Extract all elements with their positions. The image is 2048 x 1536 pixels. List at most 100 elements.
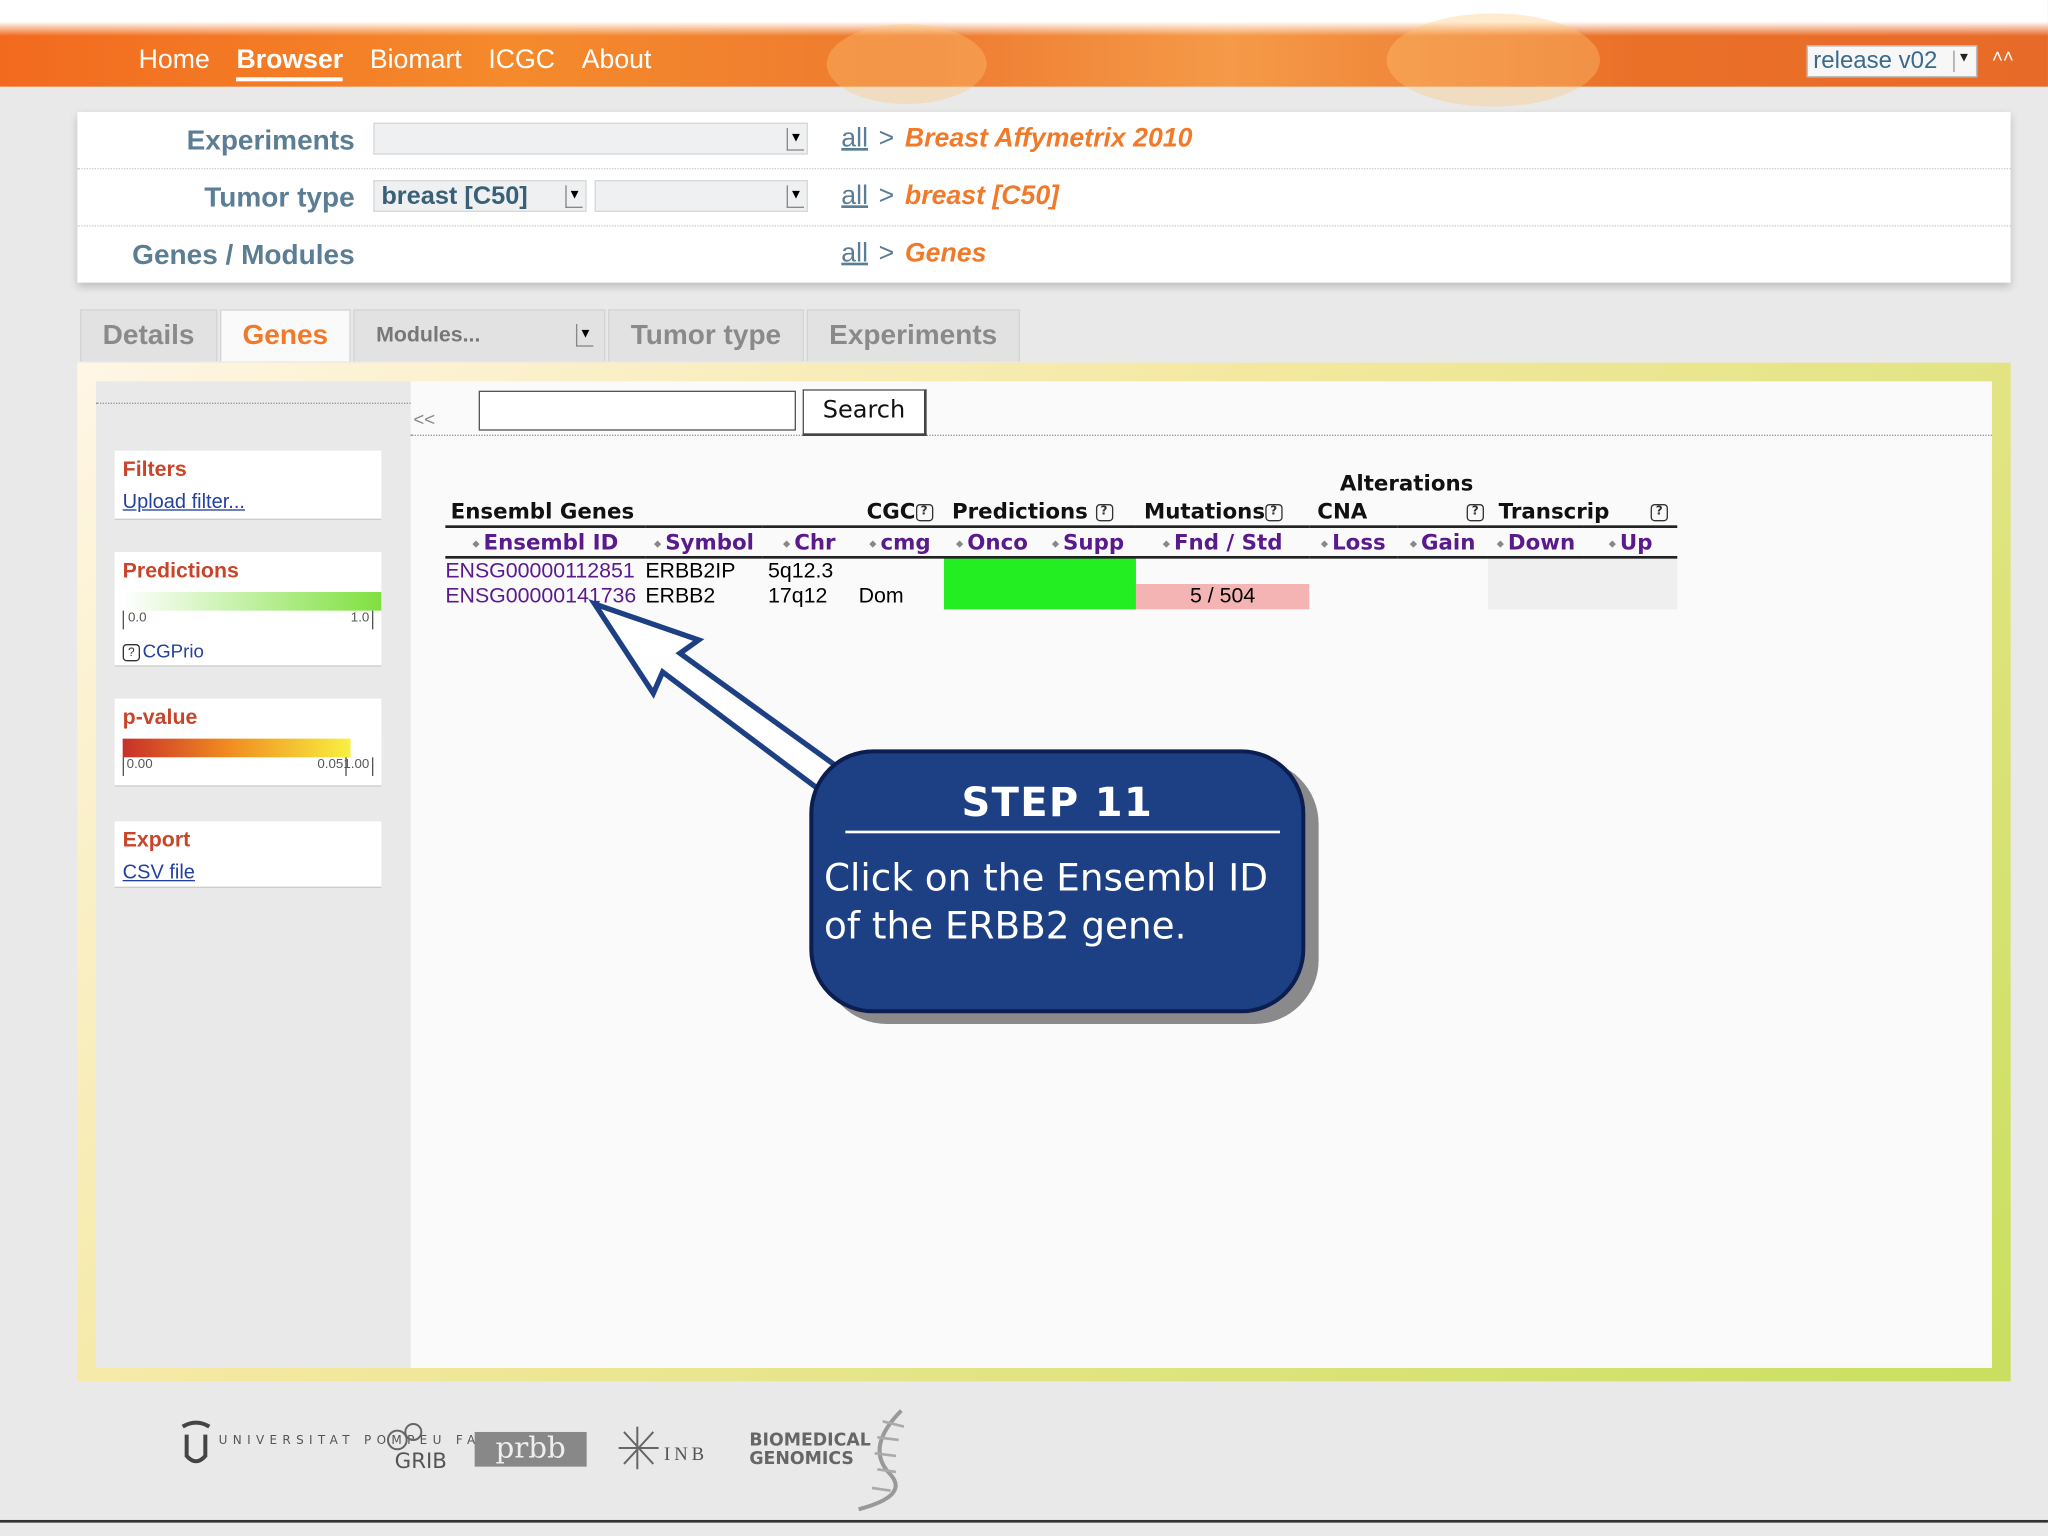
tab-tumor-type[interactable]: Tumor type <box>608 309 804 362</box>
tumor-type-select[interactable]: breast [C50] ▼ <box>373 179 587 212</box>
filter-row-tumor-type: Tumor type breast [C50] ▼ ▼ all > breast [… <box>77 169 2011 227</box>
sort-ensembl-id[interactable]: Ensembl ID <box>445 526 646 559</box>
filters-title: Filters <box>122 458 187 482</box>
help-icon[interactable]: ? <box>1466 503 1484 522</box>
table-row: ENSG00000112851 ERBB2IP 5q12.3 <box>445 557 1678 584</box>
ensembl-id-link[interactable]: ENSG00000141736 <box>445 584 645 609</box>
sort-loss[interactable]: Loss <box>1309 526 1398 559</box>
help-icon[interactable]: ? <box>1650 503 1668 522</box>
predictions-box: Predictions 0.0 1.0 ? CGPrio <box>114 551 382 667</box>
sort-cmg[interactable]: cmg <box>855 526 944 559</box>
help-icon[interactable]: ? <box>1095 503 1113 522</box>
banner-sky <box>0 0 2048 36</box>
gain-cell[interactable] <box>1397 584 1488 609</box>
table-row: ENSG00000141736 ERBB2 17q12 Dom 5 / 504 <box>445 583 1678 610</box>
pvalue-min: 0.00 <box>122 757 153 776</box>
sort-down[interactable]: Down <box>1487 526 1584 559</box>
up-cell[interactable] <box>1583 557 1678 584</box>
upload-filter-link[interactable]: Upload filter... <box>123 491 374 514</box>
col-mutations: Mutations? <box>1135 497 1310 528</box>
nav-about[interactable]: About <box>582 45 652 81</box>
cgprio-link[interactable]: ? CGPrio <box>122 640 374 662</box>
export-title: Export <box>122 829 191 852</box>
sort-supp[interactable]: Supp <box>1039 526 1136 559</box>
mutation-cell[interactable]: 5 / 504 <box>1135 583 1310 610</box>
col-cna: CNA? <box>1309 497 1488 528</box>
sort-onco[interactable]: Onco <box>943 526 1040 559</box>
sort-fnd-std[interactable]: Fnd / Std <box>1135 526 1310 559</box>
predictions-title: Predictions <box>122 559 239 583</box>
search-button[interactable]: Search <box>802 389 927 436</box>
sort-gain[interactable]: Gain <box>1397 526 1488 559</box>
main-nav: Home Browser Biomart ICGC About <box>139 45 652 82</box>
cgc-value: Dom <box>858 584 904 608</box>
col-cna-label: CNA <box>1317 498 1368 524</box>
callout-message: Click on the Ensembl ID of the ERBB2 gen… <box>823 855 1269 948</box>
genes-modules-crumb-current: Genes <box>904 238 987 268</box>
col-transcrip: Transcrip? <box>1487 497 1678 528</box>
pvalue-max: 1.00 <box>343 757 374 776</box>
collapse-header-icon[interactable]: ˄˄ <box>1992 45 2014 66</box>
filter-row-genes-modules: Genes / Modules all > Genes <box>77 227 2010 283</box>
nav-home[interactable]: Home <box>139 45 210 81</box>
sort-chr[interactable]: Chr <box>762 526 856 559</box>
csv-file-link[interactable]: CSV file <box>123 861 374 884</box>
tab-experiments[interactable]: Experiments <box>806 309 1020 362</box>
up-cell[interactable] <box>1583 583 1678 610</box>
breadcrumb-separator: > <box>878 123 895 154</box>
ensembl-id-link[interactable]: ENSG00000112851 <box>445 557 645 584</box>
supp-cell[interactable] <box>1039 557 1136 584</box>
tab-modules-label: Modules... <box>376 323 481 347</box>
pvalue-gradient <box>122 738 382 758</box>
tab-modules-select[interactable]: Modules... ▼ <box>353 309 606 362</box>
gene-symbol: ERBB2IP <box>645 559 736 582</box>
tumor-type-crumb-all[interactable]: all <box>841 181 868 210</box>
app-shell: Home Browser Biomart ICGC About release … <box>0 0 2048 1536</box>
callout-step-title: STEP 11 <box>961 779 1154 827</box>
chromosome: 17q12 <box>767 584 828 608</box>
help-icon[interactable]: ? <box>1265 503 1283 522</box>
col-ensembl-genes: Ensembl Genes <box>445 497 856 528</box>
sort-symbol[interactable]: Symbol <box>645 526 763 559</box>
onco-cell[interactable] <box>943 583 1040 610</box>
experiments-crumb-all[interactable]: all <box>841 124 868 153</box>
help-icon[interactable]: ? <box>915 503 933 522</box>
alterations-group-header: Alterations <box>1339 470 1474 496</box>
mutation-cell[interactable] <box>1136 557 1309 584</box>
chevron-down-icon: ▼ <box>786 127 804 151</box>
release-select-value: release v02 <box>1813 46 1938 74</box>
help-icon: ? <box>122 643 140 662</box>
breadcrumb-separator: > <box>878 238 895 268</box>
top-banner: Home Browser Biomart ICGC About release … <box>0 0 2048 107</box>
chromosome: 5q12.3 <box>767 559 834 582</box>
col-transcrip-label: Transcrip <box>1498 498 1610 524</box>
onco-cell[interactable] <box>943 557 1040 584</box>
filter-row-experiments: Experiments ▼ all > Breast Affymetrix 2010 <box>77 112 2011 170</box>
nav-biomart[interactable]: Biomart <box>370 45 462 81</box>
genes-modules-crumb-all[interactable]: all <box>841 239 868 268</box>
sort-up[interactable]: Up <box>1583 526 1678 559</box>
nav-icgc[interactable]: ICGC <box>488 45 555 81</box>
down-cell[interactable] <box>1487 557 1584 584</box>
nav-browser[interactable]: Browser <box>236 45 344 82</box>
down-cell[interactable] <box>1487 583 1584 610</box>
gene-symbol: ERBB2 <box>645 584 716 608</box>
banner-decoration <box>826 23 987 104</box>
loss-cell[interactable] <box>1309 584 1397 609</box>
predictions-scale: 0.0 1.0 <box>122 610 374 632</box>
tab-genes[interactable]: Genes <box>219 309 351 362</box>
predictions-min: 0.0 <box>122 610 147 630</box>
experiments-select[interactable]: ▼ <box>373 122 808 155</box>
tumor-subtype-select[interactable]: ▼ <box>594 179 808 212</box>
release-select[interactable]: release v02 ▼ <box>1806 45 1978 78</box>
search-input[interactable] <box>478 390 796 431</box>
supp-cell[interactable] <box>1039 583 1136 610</box>
pvalue-box: p-value 0.00 0.05 1.00 <box>114 698 382 787</box>
footer: UNIVERSITAT POMPEU FABRA GRIB prbb INB B… <box>0 1386 2048 1536</box>
tumor-type-select-value: breast [C50] <box>381 182 528 211</box>
upf-emblem-icon <box>181 1420 211 1464</box>
tab-details[interactable]: Details <box>79 309 218 362</box>
loss-cell[interactable] <box>1309 557 1397 584</box>
gain-cell[interactable] <box>1397 557 1488 584</box>
dna-helix-icon <box>858 1409 905 1512</box>
